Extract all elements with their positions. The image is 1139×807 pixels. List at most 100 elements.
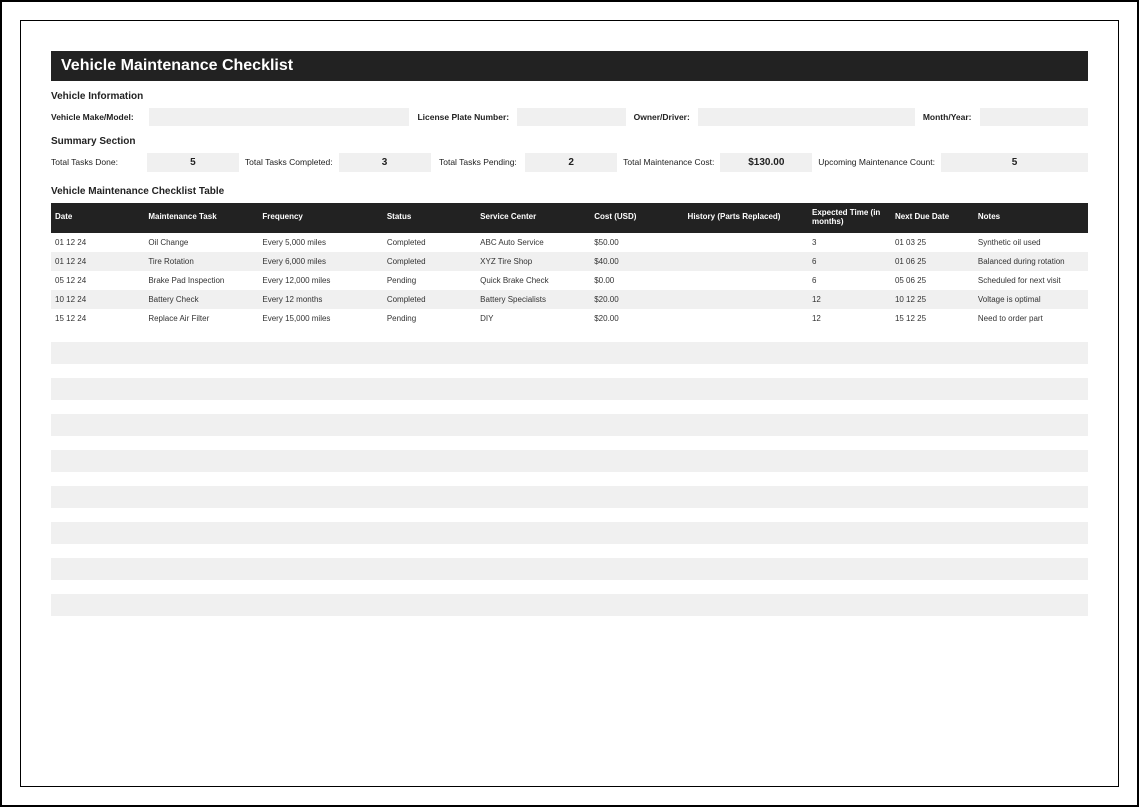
- cell-service_center: Quick Brake Check: [476, 271, 590, 290]
- table-heading: Vehicle Maintenance Checklist Table: [51, 186, 1088, 197]
- cell-notes: Synthetic oil used: [974, 233, 1088, 252]
- checklist-table: Date Maintenance Task Frequency Status S…: [51, 203, 1088, 328]
- cell-next_due: 01 03 25: [891, 233, 974, 252]
- cell-expected_time: 12: [808, 309, 891, 328]
- table-row: 10 12 24Battery CheckEvery 12 monthsComp…: [51, 290, 1088, 309]
- cell-notes: Scheduled for next visit: [974, 271, 1088, 290]
- cell-next_due: 10 12 25: [891, 290, 974, 309]
- month-year-label: Month/Year:: [923, 112, 972, 122]
- cell-notes: Balanced during rotation: [974, 252, 1088, 271]
- owner-field[interactable]: [698, 108, 915, 126]
- cell-date: 01 12 24: [51, 233, 144, 252]
- col-expected-time: Expected Time (in months): [808, 203, 891, 233]
- col-next-due: Next Due Date: [891, 203, 974, 233]
- tasks-completed-value: 3: [339, 153, 431, 172]
- blank-row: [51, 558, 1088, 580]
- cell-service_center: ABC Auto Service: [476, 233, 590, 252]
- blank-row: [51, 486, 1088, 508]
- cell-history: [684, 309, 808, 328]
- plate-label: License Plate Number:: [417, 112, 509, 122]
- summary-row: Total Tasks Done: 5 Total Tasks Complete…: [51, 153, 1088, 172]
- tasks-pending-label: Total Tasks Pending:: [437, 158, 520, 167]
- blank-row: [51, 450, 1088, 472]
- col-service-center: Service Center: [476, 203, 590, 233]
- cell-frequency: Every 5,000 miles: [258, 233, 382, 252]
- owner-label: Owner/Driver:: [634, 112, 690, 122]
- blank-row: [51, 522, 1088, 544]
- cell-cost: $0.00: [590, 271, 683, 290]
- cell-task: Tire Rotation: [144, 252, 258, 271]
- cell-next_due: 01 06 25: [891, 252, 974, 271]
- page-title: Vehicle Maintenance Checklist: [51, 51, 1088, 81]
- summary-heading: Summary Section: [51, 136, 1088, 147]
- cell-history: [684, 290, 808, 309]
- cell-history: [684, 252, 808, 271]
- tasks-done-label: Total Tasks Done:: [51, 158, 141, 167]
- blank-row: [51, 594, 1088, 616]
- cell-status: Pending: [383, 309, 476, 328]
- col-status: Status: [383, 203, 476, 233]
- cell-expected_time: 12: [808, 290, 891, 309]
- cell-status: Completed: [383, 233, 476, 252]
- cell-task: Oil Change: [144, 233, 258, 252]
- table-header: Date Maintenance Task Frequency Status S…: [51, 203, 1088, 233]
- cell-status: Pending: [383, 271, 476, 290]
- cell-history: [684, 271, 808, 290]
- col-date: Date: [51, 203, 144, 233]
- upcoming-value: 5: [941, 153, 1088, 172]
- maintenance-cost-label: Total Maintenance Cost:: [623, 158, 714, 167]
- cell-service_center: DIY: [476, 309, 590, 328]
- cell-expected_time: 6: [808, 271, 891, 290]
- vehicle-info-row: Vehicle Make/Model: License Plate Number…: [51, 108, 1088, 126]
- tasks-completed-label: Total Tasks Completed:: [245, 158, 333, 167]
- blank-row: [51, 342, 1088, 364]
- table-row: 01 12 24Oil ChangeEvery 5,000 milesCompl…: [51, 233, 1088, 252]
- cell-cost: $20.00: [590, 309, 683, 328]
- cell-cost: $50.00: [590, 233, 683, 252]
- cell-cost: $20.00: [590, 290, 683, 309]
- cell-notes: Voltage is optimal: [974, 290, 1088, 309]
- make-model-field[interactable]: [149, 108, 409, 126]
- cell-date: 10 12 24: [51, 290, 144, 309]
- cell-status: Completed: [383, 252, 476, 271]
- col-frequency: Frequency: [258, 203, 382, 233]
- upcoming-label: Upcoming Maintenance Count:: [818, 158, 935, 167]
- cell-frequency: Every 6,000 miles: [258, 252, 382, 271]
- cell-frequency: Every 15,000 miles: [258, 309, 382, 328]
- cell-service_center: XYZ Tire Shop: [476, 252, 590, 271]
- table-row: 15 12 24Replace Air FilterEvery 15,000 m…: [51, 309, 1088, 328]
- col-history: History (Parts Replaced): [684, 203, 808, 233]
- cell-next_due: 05 06 25: [891, 271, 974, 290]
- maintenance-cost-value: $130.00: [720, 153, 812, 172]
- cell-frequency: Every 12,000 miles: [258, 271, 382, 290]
- cell-service_center: Battery Specialists: [476, 290, 590, 309]
- cell-notes: Need to order part: [974, 309, 1088, 328]
- cell-history: [684, 233, 808, 252]
- cell-date: 05 12 24: [51, 271, 144, 290]
- table-row: 05 12 24Brake Pad InspectionEvery 12,000…: [51, 271, 1088, 290]
- cell-expected_time: 3: [808, 233, 891, 252]
- cell-next_due: 15 12 25: [891, 309, 974, 328]
- page-frame: Vehicle Maintenance Checklist Vehicle In…: [0, 0, 1139, 807]
- cell-status: Completed: [383, 290, 476, 309]
- tasks-pending-value: 2: [525, 153, 617, 172]
- cell-cost: $40.00: [590, 252, 683, 271]
- make-model-label: Vehicle Make/Model:: [51, 112, 141, 122]
- cell-task: Brake Pad Inspection: [144, 271, 258, 290]
- table-row: 01 12 24Tire RotationEvery 6,000 milesCo…: [51, 252, 1088, 271]
- col-notes: Notes: [974, 203, 1088, 233]
- tasks-done-value: 5: [147, 153, 239, 172]
- cell-frequency: Every 12 months: [258, 290, 382, 309]
- cell-task: Replace Air Filter: [144, 309, 258, 328]
- col-task: Maintenance Task: [144, 203, 258, 233]
- month-year-field[interactable]: [980, 108, 1089, 126]
- plate-field[interactable]: [517, 108, 626, 126]
- cell-date: 15 12 24: [51, 309, 144, 328]
- cell-expected_time: 6: [808, 252, 891, 271]
- cell-date: 01 12 24: [51, 252, 144, 271]
- inner-frame: Vehicle Maintenance Checklist Vehicle In…: [20, 20, 1119, 787]
- col-cost: Cost (USD): [590, 203, 683, 233]
- table-body: 01 12 24Oil ChangeEvery 5,000 milesCompl…: [51, 233, 1088, 328]
- vehicle-info-heading: Vehicle Information: [51, 91, 1088, 102]
- blank-row: [51, 414, 1088, 436]
